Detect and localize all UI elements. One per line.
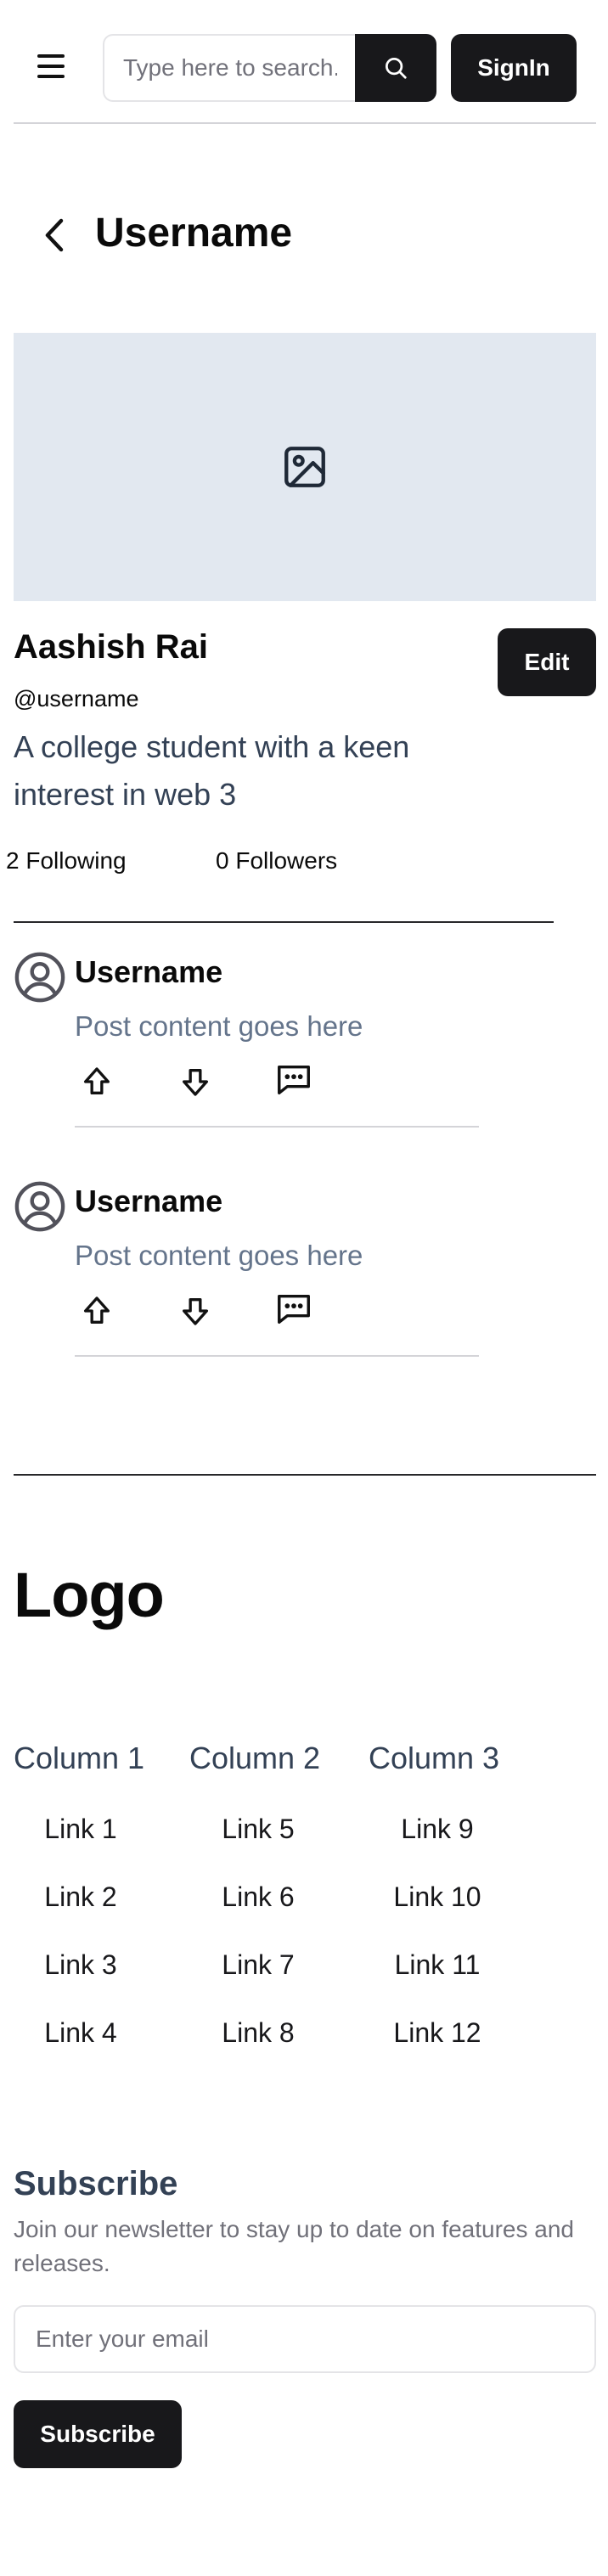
comment-button[interactable] [272, 1287, 316, 1331]
profile-handle: @username [14, 686, 139, 711]
menu-icon[interactable] [34, 49, 68, 83]
search-button[interactable] [355, 34, 436, 102]
profile-banner [14, 333, 596, 601]
back-button[interactable] [37, 214, 71, 256]
arrow-up-icon [84, 1296, 110, 1324]
profile-name: Aashish Rai [14, 628, 208, 666]
post-username[interactable]: Username [75, 1184, 222, 1219]
post-card: Username Post content goes here [0, 942, 608, 1138]
footer-column-title: Column 2 [189, 1741, 321, 1775]
footer-link[interactable]: Link 1 [13, 1814, 149, 1845]
image-placeholder-icon [284, 447, 325, 487]
arrow-up-icon [84, 1067, 110, 1094]
arrow-down-icon [183, 1069, 208, 1096]
profile-bio: A college student with a keen interest i… [14, 729, 410, 812]
edit-profile-button[interactable]: Edit [498, 628, 596, 696]
page-title: Username [95, 211, 293, 256]
downvote-button[interactable] [173, 1060, 217, 1104]
upvote-button[interactable] [75, 1289, 119, 1333]
upvote-button[interactable] [75, 1060, 119, 1104]
footer-link[interactable]: Link 3 [13, 1949, 149, 1981]
user-circle-icon [14, 1181, 65, 1232]
following-count[interactable]: 2 Following [6, 847, 127, 875]
post-divider [75, 1126, 479, 1128]
arrow-down-icon [183, 1298, 208, 1325]
post-divider [75, 1355, 479, 1357]
footer-link[interactable]: Link 5 [190, 1814, 326, 1845]
header-divider [14, 122, 596, 124]
footer-logo[interactable]: Logo [14, 1559, 165, 1631]
footer-link[interactable]: Link 6 [190, 1881, 326, 1913]
email-field[interactable] [14, 2305, 596, 2373]
signin-button[interactable]: SignIn [451, 34, 577, 102]
footer-link[interactable]: Link 10 [369, 1881, 505, 1913]
user-circle-icon [14, 952, 65, 1003]
subscribe-title: Subscribe [14, 2165, 178, 2202]
footer-column-title: Column 1 [14, 1741, 145, 1775]
chevron-left-icon [45, 218, 64, 252]
footer-link[interactable]: Link 8 [190, 2017, 326, 2049]
footer-link[interactable]: Link 12 [369, 2017, 505, 2049]
followers-count[interactable]: 0 Followers [216, 847, 337, 875]
post-username[interactable]: Username [75, 954, 222, 990]
footer-link[interactable]: Link 11 [369, 1949, 505, 1981]
footer-link[interactable]: Link 4 [13, 2017, 149, 2049]
footer-link[interactable]: Link 7 [190, 1949, 326, 1981]
comment-button[interactable] [272, 1058, 316, 1102]
profile-divider [14, 921, 554, 923]
post-content: Post content goes here [75, 1010, 363, 1042]
comment-icon [278, 1294, 310, 1325]
comment-icon [278, 1065, 310, 1095]
footer-column-title: Column 3 [369, 1741, 500, 1775]
search-input[interactable] [103, 34, 356, 102]
post-card: Username Post content goes here [0, 1172, 608, 1367]
downvote-button[interactable] [173, 1289, 217, 1333]
footer-link[interactable]: Link 9 [369, 1814, 505, 1845]
footer-link[interactable]: Link 2 [13, 1881, 149, 1913]
subscribe-button[interactable]: Subscribe [14, 2400, 182, 2468]
subscribe-description: Join our newsletter to stay up to date o… [14, 2216, 574, 2276]
footer-divider [14, 1474, 596, 1476]
search-icon [386, 58, 407, 79]
post-content: Post content goes here [75, 1240, 363, 1271]
